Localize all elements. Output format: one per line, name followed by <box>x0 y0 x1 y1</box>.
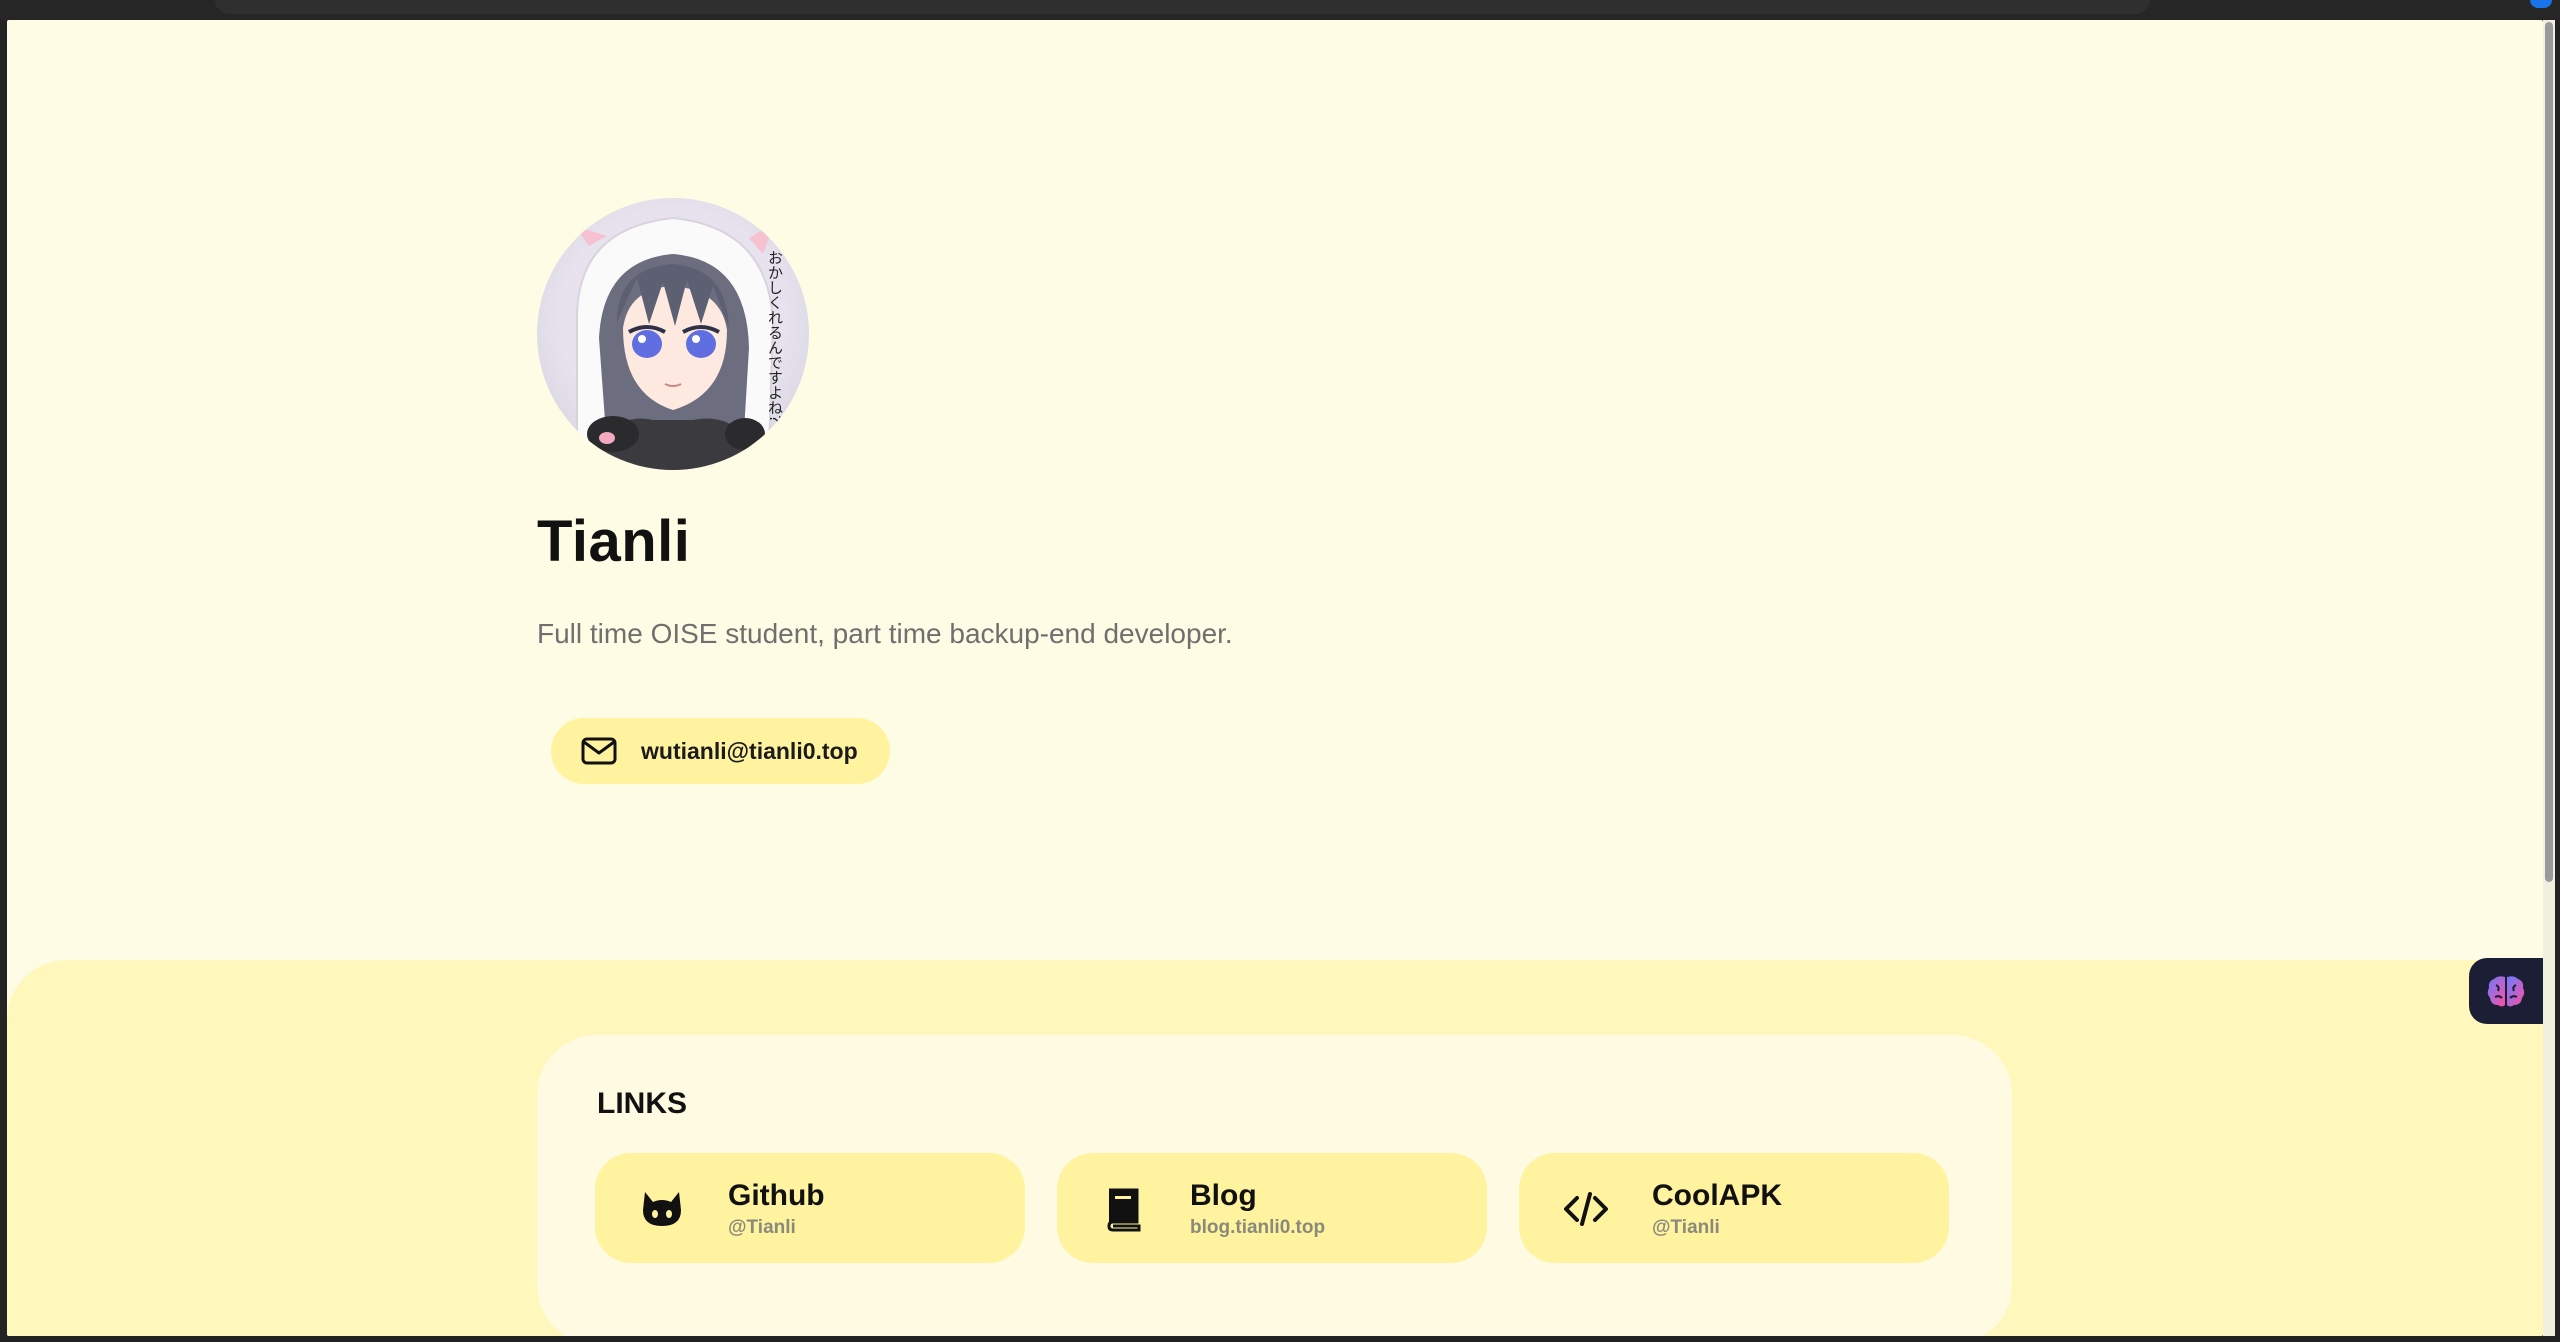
link-coolapk[interactable]: CoolAPK @Tianli <box>1519 1153 1949 1263</box>
link-blog[interactable]: Blog blog.tianli0.top <box>1057 1153 1487 1263</box>
link-title: Blog <box>1190 1179 1257 1212</box>
browser-tabstrip <box>215 0 2150 14</box>
link-github[interactable]: Github @Tianli <box>595 1153 1025 1263</box>
code-icon <box>1564 1192 1608 1226</box>
page-scrollbar[interactable] <box>2543 20 2555 1336</box>
browser-top-bar <box>0 0 2560 20</box>
avatar-illustration: おかしくれるんですよね? <box>575 216 784 470</box>
floating-assistant-button[interactable] <box>2469 958 2543 1024</box>
browser-corner-indicator <box>2530 0 2552 8</box>
link-subtitle: blog.tianli0.top <box>1190 1217 1326 1238</box>
avatar: おかしくれるんですよね? <box>537 198 809 470</box>
link-title: Github <box>728 1179 825 1212</box>
github-icon <box>643 1192 681 1226</box>
scrollbar-thumb[interactable] <box>2545 22 2553 882</box>
avatar-caption: おかしくれるんですよね? <box>766 250 784 423</box>
mail-icon <box>581 737 617 765</box>
book-icon <box>1107 1188 1141 1232</box>
email-button[interactable]: wutianli@tianli0.top <box>551 718 890 784</box>
email-address: wutianli@tianli0.top <box>641 737 858 764</box>
links-card: LINKS Github @Tianli Blog blog.tianli0.t… <box>537 1035 2012 1336</box>
profile-name: Tianli <box>537 509 691 574</box>
links-heading: LINKS <box>597 1087 687 1120</box>
link-subtitle: @Tianli <box>1652 1217 1720 1238</box>
profile-bio: Full time OISE student, part time backup… <box>537 618 1233 649</box>
link-title: CoolAPK <box>1652 1179 1782 1212</box>
profile-page: おかしくれるんですよね? Tianli Full time OISE stude… <box>7 20 2543 1336</box>
brain-icon <box>2487 976 2525 1007</box>
link-subtitle: @Tianli <box>728 1217 796 1238</box>
